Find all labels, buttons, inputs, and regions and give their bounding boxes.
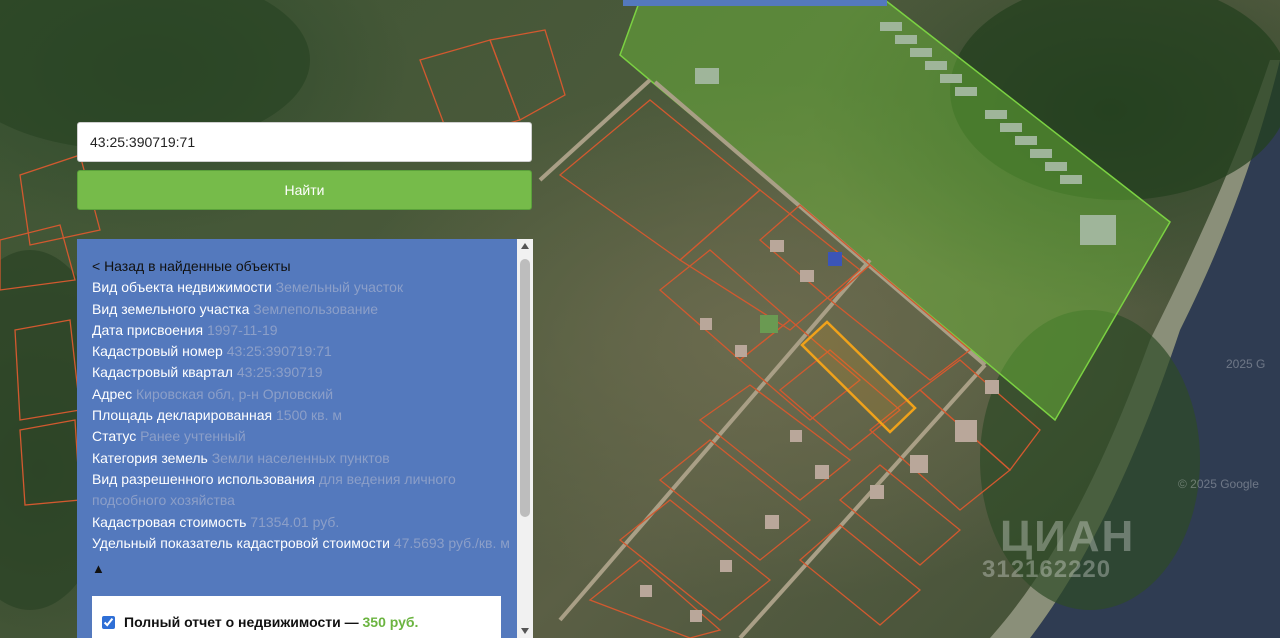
panel-scrollbar[interactable] <box>517 239 533 638</box>
field-label: Кадастровая стоимость <box>92 513 247 530</box>
parcel-info-panel: < Назад в найденные объекты Вид объекта … <box>77 239 533 638</box>
field-label: Адрес <box>92 385 133 402</box>
field-label: Вид объекта недвижимости <box>92 279 272 296</box>
field-object-type: Вид объекта недвижимости Земельный участ… <box>92 277 510 298</box>
search-button[interactable]: Найти <box>77 170 532 210</box>
field-value: 43:25:390719:71 <box>226 343 332 360</box>
field-land-category: Категория земель Земли населенных пункто… <box>92 448 510 469</box>
field-label: Статус <box>92 428 137 445</box>
full-report-text: Полный отчет о недвижимости — 350 руб. <box>124 614 418 630</box>
field-cadastral-value: Кадастровая стоимость 71354.01 руб. <box>92 512 510 533</box>
field-value: 43:25:390719 <box>236 364 323 381</box>
field-value: Землепользование <box>253 300 379 317</box>
field-value: 71354.01 руб. <box>250 513 340 530</box>
field-declared-area: Площадь декларированная 1500 кв. м <box>92 405 510 426</box>
full-report-option[interactable]: Полный отчет о недвижимости — 350 руб. <box>92 596 501 638</box>
field-label: Дата присвоения <box>92 321 204 338</box>
field-assigned-date: Дата присвоения 1997-11-19 <box>92 320 510 341</box>
full-report-checkbox[interactable] <box>102 616 115 629</box>
full-report-price: 350 руб. <box>362 614 419 630</box>
collapse-arrow-icon[interactable]: ▲ <box>92 558 510 580</box>
field-address: Адрес Кировская обл, р-н Орловский <box>92 384 510 405</box>
field-label: Удельный показатель кадастровой стоимост… <box>92 534 390 551</box>
field-status: Статус Ранее учтенный <box>92 426 510 447</box>
field-cadastral-number: Кадастровый номер 43:25:390719:71 <box>92 341 510 362</box>
field-label: Вид земельного участка <box>92 300 250 317</box>
full-report-label: Полный отчет о недвижимости — <box>124 614 359 630</box>
field-value: Кировская обл, р-н Орловский <box>135 385 334 402</box>
field-value: 1500 кв. м <box>276 407 343 424</box>
scroll-thumb[interactable] <box>520 259 530 517</box>
field-specific-value: Удельный показатель кадастровой стоимост… <box>92 533 510 554</box>
field-label: Вид разрешенного использования <box>92 470 315 487</box>
field-label: Кадастровый квартал <box>92 364 233 381</box>
field-value: 1997-11-19 <box>206 321 278 338</box>
field-parcel-kind: Вид земельного участка Землепользование <box>92 299 510 320</box>
field-value: Земли населенных пунктов <box>211 449 390 466</box>
scroll-up-arrow-icon[interactable] <box>521 243 529 249</box>
field-permitted-use: Вид разрешенного использования для веден… <box>92 469 510 512</box>
road <box>538 78 652 182</box>
field-label: Площадь декларированная <box>92 407 273 424</box>
top-bar <box>623 0 887 6</box>
field-value: Ранее учтенный <box>140 428 246 445</box>
field-cadastral-quarter: Кадастровый квартал 43:25:390719 <box>92 362 510 383</box>
field-value: Земельный участок <box>275 279 404 296</box>
parcel-info-content: < Назад в найденные объекты Вид объекта … <box>92 256 510 580</box>
field-label: Категория земель <box>92 449 208 466</box>
search-input[interactable] <box>77 122 532 162</box>
field-label: Кадастровый номер <box>92 343 223 360</box>
back-to-results-link[interactable]: < Назад в найденные объекты <box>92 256 510 277</box>
scroll-down-arrow-icon[interactable] <box>521 628 529 634</box>
field-value: 47.5693 руб./кв. м <box>393 534 510 551</box>
selected-parcel[interactable] <box>800 320 917 434</box>
